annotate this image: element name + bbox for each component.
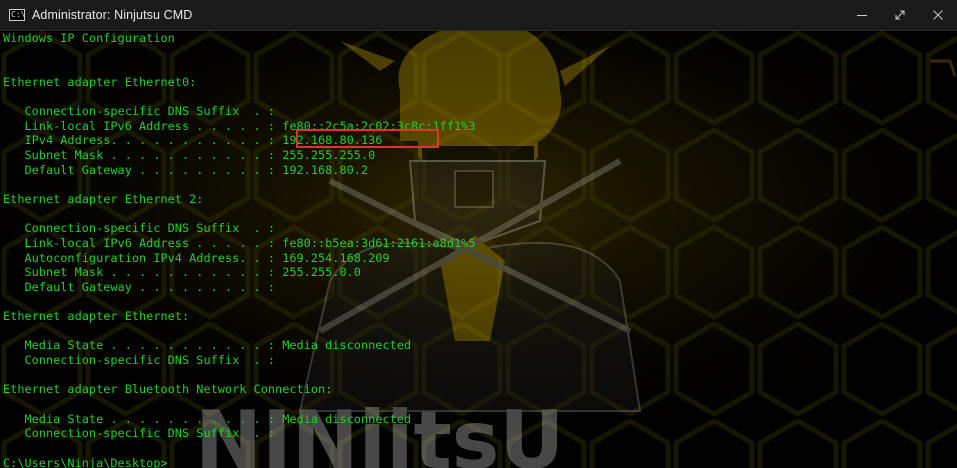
console-line: Ethernet adapter Bluetooth Network Conne… — [3, 382, 333, 397]
console-line: Connection-specific DNS Suffix . : — [3, 426, 276, 441]
minimize-icon — [857, 15, 867, 16]
console-line: Windows IP Configuration — [3, 31, 175, 45]
window-controls — [843, 0, 957, 30]
console-line: Media State . . . . . . . . . . . : Medi… — [3, 338, 412, 353]
console-line: Autoconfiguration IPv4 Address. . : 169.… — [3, 250, 390, 265]
console-area[interactable]: NINjitsU Windows IP Configuration Etherne… — [0, 31, 957, 468]
console-line: Subnet Mask . . . . . . . . . . . : 255.… — [3, 148, 376, 163]
console-output: Windows IP Configuration Ethernet adapter… — [3, 31, 475, 468]
minimize-button[interactable] — [843, 0, 881, 30]
console-line: Ethernet adapter Ethernet: — [3, 309, 190, 324]
console-line: Connection-specific DNS Suffix . : — [3, 104, 276, 119]
maximize-icon — [895, 10, 905, 20]
window-titlebar[interactable]: C:\ Administrator: Ninjutsu CMD — [0, 0, 957, 31]
console-line: Link-local IPv6 Address . . . . . : fe80… — [3, 235, 476, 250]
console-line: Ethernet adapter Ethernet0: — [3, 74, 197, 89]
console-line: Connection-specific DNS Suffix . : — [3, 353, 276, 368]
console-line: Ethernet adapter Ethernet 2: — [3, 192, 204, 207]
cmd-app-icon[interactable]: C:\ — [9, 9, 25, 21]
window-title: Administrator: Ninjutsu CMD — [32, 8, 193, 22]
close-button[interactable] — [919, 0, 957, 30]
console-line: Default Gateway . . . . . . . . . : — [3, 279, 276, 294]
maximize-button[interactable] — [881, 0, 919, 30]
close-icon — [933, 10, 943, 20]
app-icon-label: C:\ — [11, 10, 26, 19]
console-line: Default Gateway . . . . . . . . . : 192.… — [3, 162, 369, 177]
console-line: C:\Users\Ninja\Desktop> — [3, 455, 168, 468]
console-line: Media State . . . . . . . . . . . : Medi… — [3, 411, 412, 426]
console-line: Subnet Mask . . . . . . . . . . . : 255.… — [3, 265, 361, 280]
console-line: Connection-specific DNS Suffix . : — [3, 221, 276, 236]
ipv4-highlight-box — [296, 129, 439, 148]
